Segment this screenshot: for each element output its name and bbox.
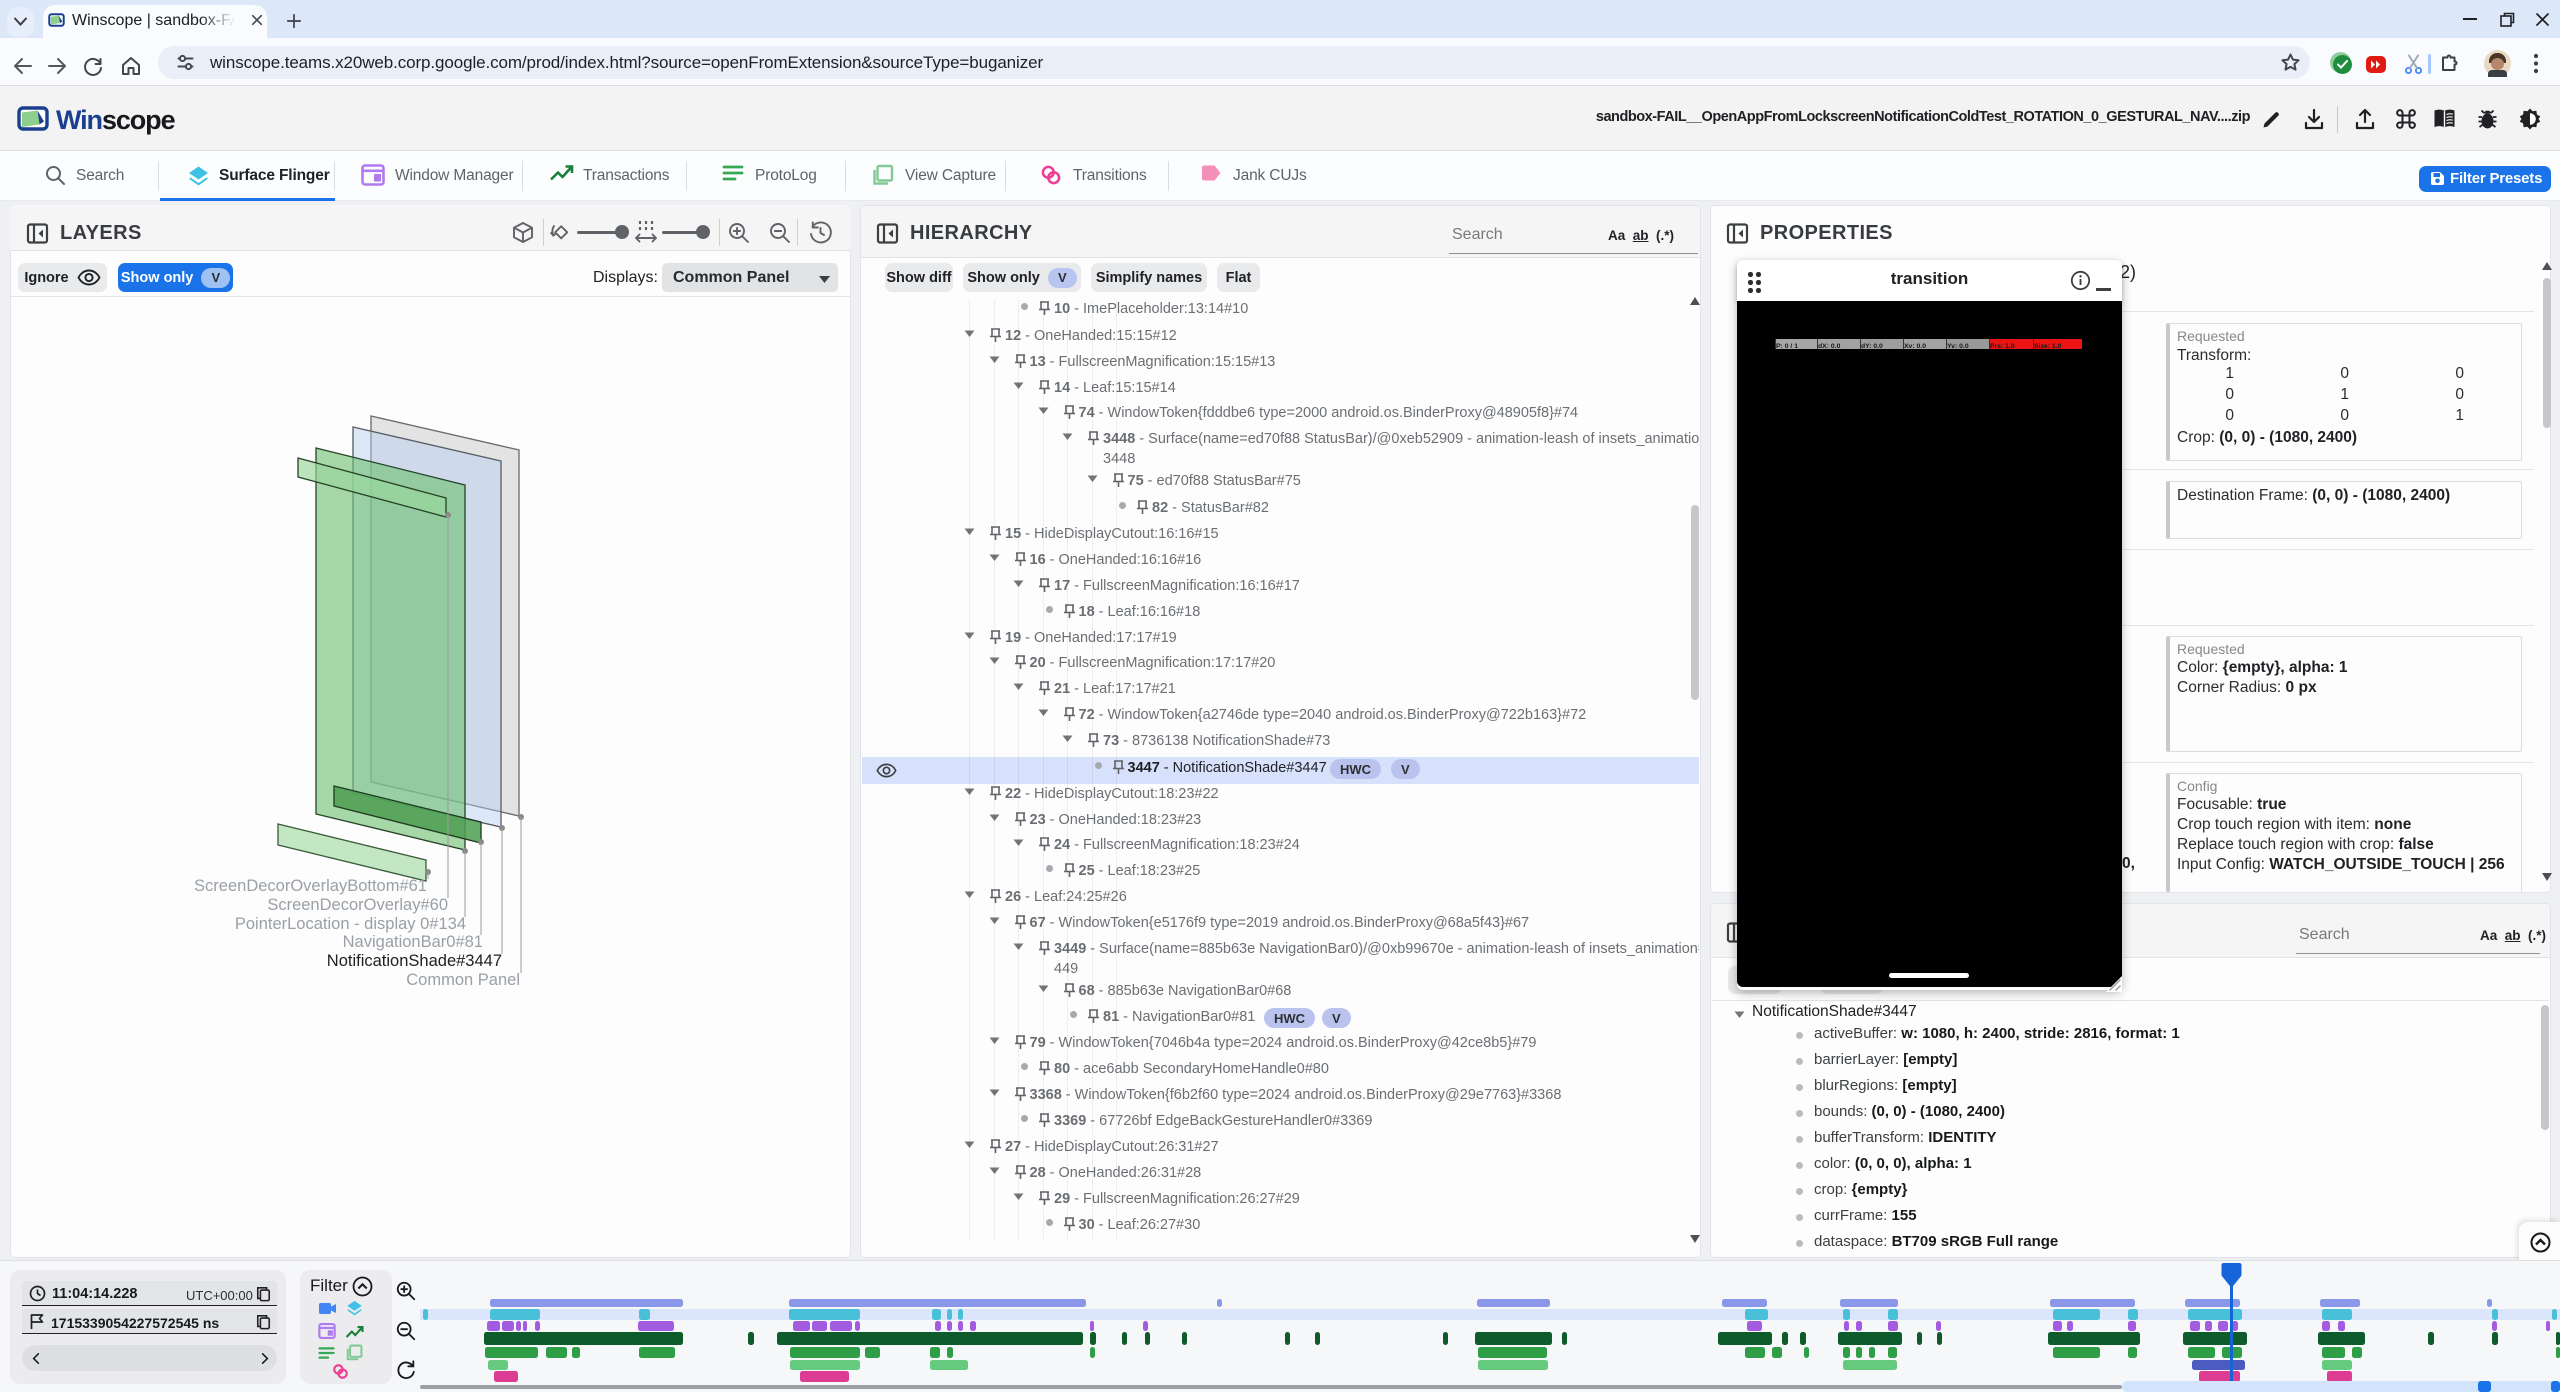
svg-text:ScreenDecorOverlay#60: ScreenDecorOverlay#60 [267,896,448,914]
svg-text:PointerLocation - display 0#13: PointerLocation - display 0#134 [235,915,466,933]
svg-text:NavigationBar0#81: NavigationBar0#81 [343,933,483,951]
svg-text:ScreenDecorOverlayBottom#61: ScreenDecorOverlayBottom#61 [194,877,427,895]
svg-text:NotificationShade#3447: NotificationShade#3447 [327,952,502,970]
svg-text:Common Panel: Common Panel [406,971,520,989]
